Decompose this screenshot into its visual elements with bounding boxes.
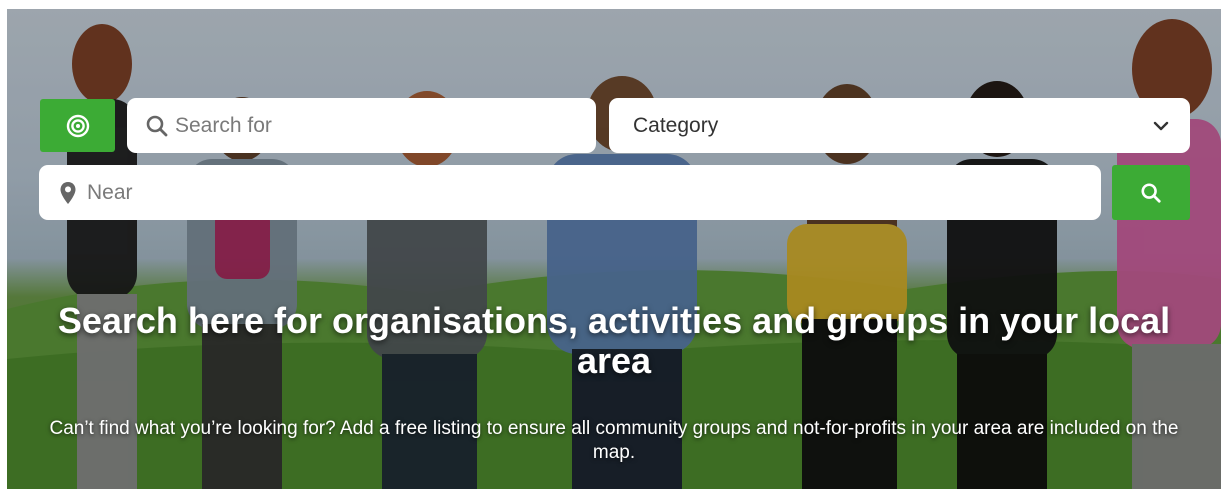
locate-me-button[interactable] (40, 99, 115, 152)
category-select[interactable]: Category (609, 98, 1190, 153)
search-input-wrapper[interactable] (127, 98, 596, 153)
near-input[interactable] (85, 179, 1101, 206)
category-select-value: Category (633, 113, 719, 137)
hero-headline: Search here for organisations, activitie… (57, 300, 1171, 381)
hero-subline: Can’t find what you’re looking for? Add … (49, 418, 1179, 463)
near-input-wrapper[interactable] (39, 165, 1101, 220)
chevron-down-icon (1153, 121, 1169, 130)
search-input[interactable] (173, 112, 596, 139)
search-submit-button[interactable] (1112, 165, 1190, 220)
target-icon (66, 114, 89, 137)
search-icon (146, 115, 168, 136)
hero-banner: Category Search here for organisations, … (7, 9, 1221, 489)
search-icon (1141, 182, 1161, 203)
map-pin-icon (60, 181, 76, 204)
